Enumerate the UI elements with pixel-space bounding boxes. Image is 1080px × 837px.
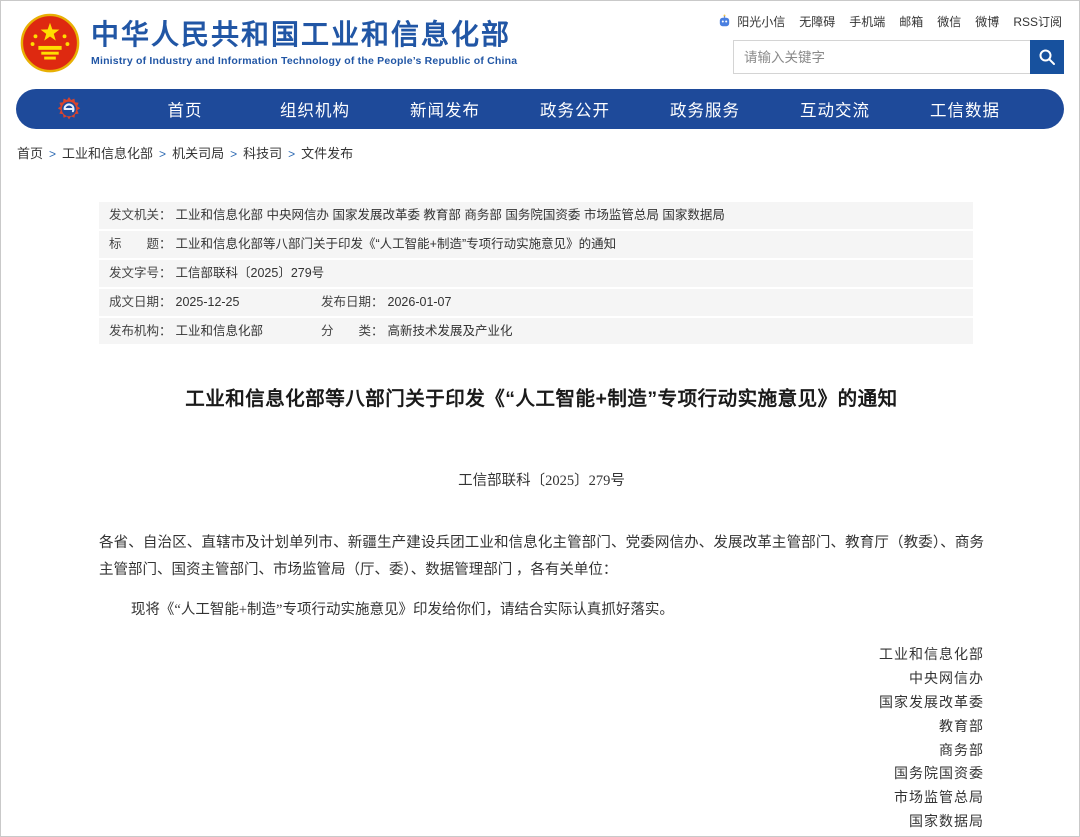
- meta-label: 发布机构：: [109, 323, 172, 340]
- document-meta-table: 发文机关： 工业和信息化部 中央网信办 国家发展改革委 教育部 商务部 国务院国…: [99, 202, 973, 344]
- site-title-cn: 中华人民共和国工业和信息化部: [91, 19, 517, 51]
- document-content: 发文机关： 工业和信息化部 中央网信办 国家发展改革委 教育部 商务部 国务院国…: [1, 202, 1079, 837]
- meta-label: 发文机关：: [109, 207, 172, 224]
- breadcrumb-departments[interactable]: 机关司局: [172, 146, 224, 161]
- top-link-mail[interactable]: 邮箱: [899, 13, 923, 30]
- breadcrumb-separator: >: [159, 147, 166, 161]
- meta-value: 2025-12-25: [176, 294, 240, 311]
- meta-row-doc-number: 发文字号： 工信部联科〔2025〕279号: [99, 260, 973, 287]
- breadcrumb-miit[interactable]: 工业和信息化部: [62, 146, 153, 161]
- nav-item-interaction[interactable]: 互动交流: [770, 97, 900, 121]
- meta-label: 发布日期：: [321, 294, 384, 311]
- nav-item-miit-data[interactable]: 工信数据: [900, 97, 1030, 121]
- meta-label: 标 题：: [109, 236, 172, 253]
- meta-row-issuing-agencies: 发文机关： 工业和信息化部 中央网信办 国家发展改革委 教育部 商务部 国务院国…: [99, 202, 973, 229]
- header: 中华人民共和国工业和信息化部 Ministry of Industry and …: [1, 1, 1079, 81]
- breadcrumb-science-tech[interactable]: 科技司: [243, 146, 282, 161]
- top-links: 阳光小信 无障碍 手机端 邮箱 微信 微博 RSS订阅: [717, 13, 1062, 30]
- site-title-en: Ministry of Industry and Information Tec…: [91, 55, 517, 67]
- nav-item-news[interactable]: 新闻发布: [380, 97, 510, 121]
- nav-item-gov-services[interactable]: 政务服务: [640, 97, 770, 121]
- signature-block: 工业和信息化部 中央网信办 国家发展改革委 教育部 商务部 国务院国资委 市场监…: [99, 644, 984, 837]
- nav-item-organization[interactable]: 组织机构: [250, 97, 380, 121]
- main-nav: 首页 组织机构 新闻发布 政务公开 政务服务 互动交流 工信数据: [16, 89, 1064, 129]
- document-body: 各省、自治区、直辖市及计划单列市、新疆生产建设兵团工业和信息化主管部门、党委网信…: [99, 530, 984, 837]
- nav-item-gov-info[interactable]: 政务公开: [510, 97, 640, 121]
- search-icon: [1038, 48, 1056, 66]
- paragraph-addressee: 各省、自治区、直辖市及计划单列市、新疆生产建设兵团工业和信息化主管部门、党委网信…: [99, 530, 984, 584]
- page: 中华人民共和国工业和信息化部 Ministry of Industry and …: [0, 0, 1080, 837]
- signature-line: 工业和信息化部: [99, 644, 984, 668]
- meta-value: 工业和信息化部等八部门关于印发《“人工智能+制造”专项行动实施意见》的通知: [176, 236, 617, 253]
- national-emblem-icon: [19, 13, 81, 75]
- breadcrumb-separator: >: [288, 147, 295, 161]
- top-link-rss[interactable]: RSS订阅: [1013, 13, 1062, 30]
- meta-row-dates: 成文日期： 2025-12-25 发布日期： 2026-01-07: [99, 289, 973, 316]
- meta-label: 发文字号：: [109, 265, 172, 282]
- meta-value: 工信部联科〔2025〕279号: [176, 265, 325, 282]
- signature-line: 国家数据局: [99, 811, 984, 835]
- site-titles: 中华人民共和国工业和信息化部 Ministry of Industry and …: [91, 11, 517, 67]
- miit-logo-icon: [56, 96, 82, 122]
- top-link-weibo[interactable]: 微博: [975, 13, 999, 30]
- top-link-sunshine[interactable]: 阳光小信: [737, 13, 785, 30]
- meta-label: 成文日期：: [109, 294, 172, 311]
- paragraph-body: 现将《“人工智能+制造”专项行动实施意见》印发给你们，请结合实际认真抓好落实。: [99, 597, 984, 624]
- top-link-accessibility[interactable]: 无障碍: [799, 13, 835, 30]
- breadcrumb-separator: >: [49, 147, 56, 161]
- header-right: 阳光小信 无障碍 手机端 邮箱 微信 微博 RSS订阅: [717, 11, 1064, 75]
- meta-value: 工业和信息化部: [176, 323, 264, 340]
- mascot-icon: [717, 14, 732, 29]
- signature-line: 商务部: [99, 740, 984, 764]
- search-button[interactable]: [1030, 40, 1064, 74]
- meta-row-publisher-category: 发布机构： 工业和信息化部 分 类： 高新技术发展及产业化: [99, 318, 973, 345]
- meta-row-title: 标 题： 工业和信息化部等八部门关于印发《“人工智能+制造”专项行动实施意见》的…: [99, 231, 973, 258]
- document-number: 工信部联科〔2025〕279号: [99, 469, 984, 490]
- breadcrumb-document-release[interactable]: 文件发布: [301, 146, 353, 161]
- document-title: 工业和信息化部等八部门关于印发《“人工智能+制造”专项行动实施意见》的通知: [99, 382, 984, 411]
- top-link-mobile[interactable]: 手机端: [849, 13, 885, 30]
- top-link-wechat[interactable]: 微信: [937, 13, 961, 30]
- meta-label: 分 类：: [321, 323, 384, 340]
- signature-line: 市场监管总局: [99, 787, 984, 811]
- signature-line: 国务院国资委: [99, 763, 984, 787]
- search-input[interactable]: [733, 40, 1030, 74]
- meta-value: 工业和信息化部 中央网信办 国家发展改革委 教育部 商务部 国务院国资委 市场监…: [176, 207, 725, 224]
- search-bar: [733, 40, 1064, 74]
- site-brand: 中华人民共和国工业和信息化部 Ministry of Industry and …: [19, 11, 517, 75]
- breadcrumb-separator: >: [230, 147, 237, 161]
- signature-line: 国家发展改革委: [99, 692, 984, 716]
- meta-value: 高新技术发展及产业化: [388, 323, 513, 340]
- signature-line: 教育部: [99, 716, 984, 740]
- signature-line: 中央网信办: [99, 668, 984, 692]
- breadcrumb: 首页 > 工业和信息化部 > 机关司局 > 科技司 > 文件发布: [1, 129, 1079, 162]
- nav-item-home[interactable]: 首页: [120, 97, 250, 121]
- meta-value: 2026-01-07: [388, 294, 452, 311]
- breadcrumb-home[interactable]: 首页: [17, 146, 43, 161]
